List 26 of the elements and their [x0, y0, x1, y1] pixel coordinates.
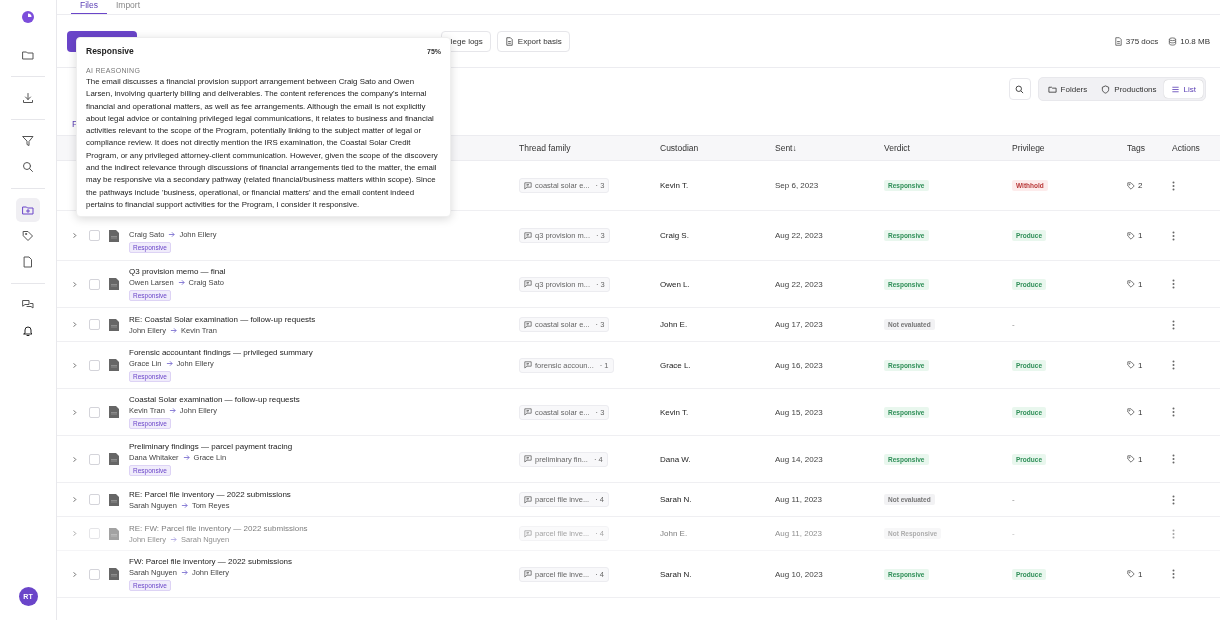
custodian-name: John E. — [660, 529, 688, 538]
custodian-name: Kevin T. — [660, 181, 689, 190]
custodian-name: Grace L. — [660, 360, 691, 370]
empty-dash: - — [1012, 495, 1015, 504]
sent-date: Aug 22, 2023 — [775, 231, 823, 240]
doc-count: 375 docs — [1125, 36, 1159, 46]
custodian-name: Sarah N. — [660, 569, 692, 579]
custodian-name: Craig S. — [660, 231, 689, 240]
custodian-name: John E. — [660, 320, 688, 329]
popover-title: Responsive — [86, 46, 134, 56]
custodian-name: Kevin T. — [660, 407, 689, 417]
storage-size: 10.8 MB — [1180, 36, 1210, 46]
sent-date: Sep 6, 2023 — [775, 181, 819, 190]
sent-date: Aug 10, 2023 — [775, 569, 823, 579]
sent-date: Aug 16, 2023 — [775, 360, 823, 370]
sent-date: Aug 15, 2023 — [775, 407, 823, 417]
sent-date: Aug 14, 2023 — [775, 454, 823, 464]
sent-date: Aug 11, 2023 — [775, 495, 822, 504]
sent-date: Aug 17, 2023 — [775, 320, 823, 329]
empty-dash: - — [1012, 320, 1015, 329]
custodian-name: Sarah N. — [660, 495, 692, 504]
sent-date: Aug 22, 2023 — [775, 279, 823, 289]
custodian-name: Dana W. — [660, 454, 691, 464]
custodian-name: Owen L. — [660, 279, 690, 289]
empty-dash: - — [1012, 529, 1015, 538]
sent-date: Aug 11, 2023 — [775, 529, 822, 538]
